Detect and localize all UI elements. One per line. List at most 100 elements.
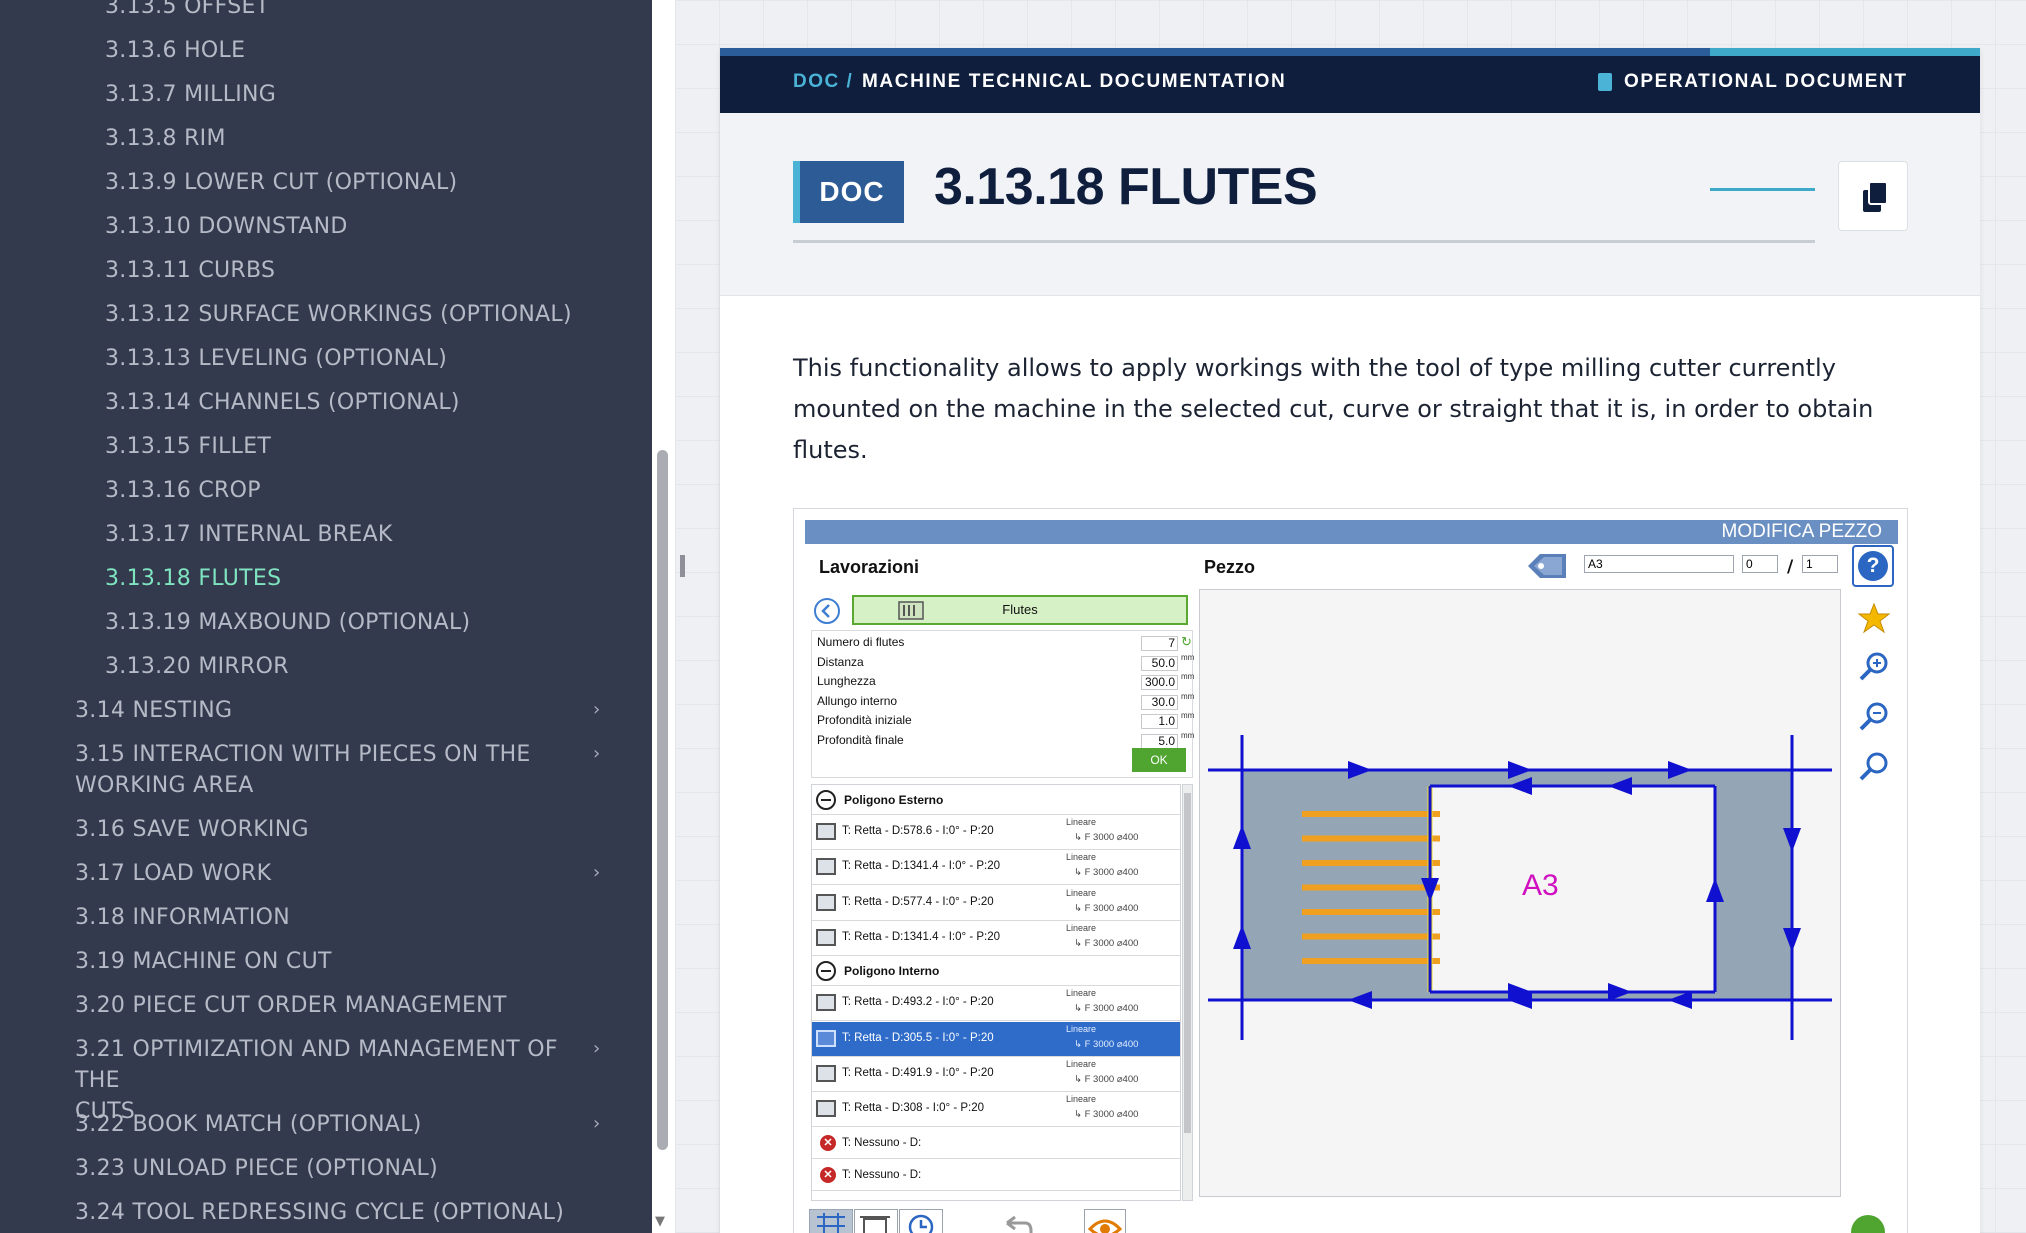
- operation-row[interactable]: T: Retta - D:305.5 - I:0° - P:20 Lineare ↳…: [812, 1021, 1180, 1057]
- chevron-right-icon[interactable]: ›: [593, 699, 600, 720]
- operation-feed: ↳ F 3000 ⌀400: [1074, 937, 1139, 949]
- param-value-input[interactable]: 1.0: [1141, 714, 1178, 729]
- flutes-icon: [898, 601, 924, 620]
- piece-canvas[interactable]: A3: [1199, 589, 1841, 1197]
- polygon-group-header[interactable]: Poligono Interno: [812, 956, 1180, 987]
- operation-text: T: Retta - D:308 - I:0° - P:20: [842, 1102, 985, 1115]
- param-value-input[interactable]: 5.0: [1141, 733, 1178, 749]
- sidebar-item[interactable]: 3.13.14 CHANNELS (OPTIONAL): [0, 387, 600, 418]
- piece-name-input[interactable]: A3: [1584, 555, 1734, 573]
- sidebar-item[interactable]: 3.23 UNLOAD PIECE (OPTIONAL): [0, 1153, 600, 1184]
- polygon-group-header[interactable]: Poligono Esterno: [812, 785, 1180, 815]
- zoom-in-icon[interactable]: [1856, 649, 1892, 685]
- sidebar-item[interactable]: 3.19 MACHINE ON CUT: [0, 946, 600, 977]
- sidebar-item[interactable]: 3.13.17 INTERNAL BREAK: [0, 519, 600, 550]
- collapse-icon[interactable]: [816, 961, 836, 982]
- cut-line-icon: [816, 823, 836, 840]
- breadcrumb-doc-link[interactable]: DOC /: [793, 71, 853, 93]
- piece-drawing: A3: [1208, 735, 1832, 1040]
- param-value-input[interactable]: 50.0: [1141, 655, 1178, 671]
- sidebar-item[interactable]: 3.17 LOAD WORK: [0, 858, 600, 889]
- confirm-check-icon[interactable]: [1851, 1215, 1885, 1233]
- undo-icon[interactable]: [997, 1209, 1037, 1233]
- operation-kind: Lineare: [1066, 922, 1097, 933]
- param-value-input[interactable]: 300.0: [1141, 675, 1178, 690]
- sidebar-item[interactable]: 3.16 SAVE WORKING: [0, 814, 600, 845]
- chevron-right-icon[interactable]: ›: [593, 743, 600, 764]
- sidebar-item-label: 3.13.11 CURBS: [105, 258, 276, 283]
- star-icon[interactable]: [1856, 601, 1892, 637]
- sidebar-item-label: 3.18 INFORMATION: [75, 905, 291, 930]
- sidebar-item[interactable]: 3.14 NESTING: [0, 695, 600, 726]
- page-title: 3.13.18 FLUTES: [934, 158, 1318, 216]
- sidebar-scrollbar-thumb[interactable]: [657, 450, 668, 1150]
- operation-row[interactable]: T: Retta - D:491.9 - I:0° - P:20 Lineare ↳…: [812, 1057, 1180, 1092]
- cut-order-icon[interactable]: [854, 1209, 898, 1233]
- ok-button[interactable]: OK: [1132, 748, 1186, 772]
- sidebar-item[interactable]: 3.13.18 FLUTES: [0, 563, 600, 594]
- history-icon[interactable]: [899, 1209, 943, 1233]
- chevron-right-icon[interactable]: ›: [593, 1038, 600, 1059]
- copy-icon: [1863, 181, 1888, 212]
- sidebar-item[interactable]: 3.13.15 FILLET: [0, 431, 600, 462]
- refresh-icon[interactable]: ↻: [1181, 634, 1192, 650]
- operations-scrollbar[interactable]: [1182, 784, 1193, 1201]
- operation-row[interactable]: T: Retta - D:1341.4 - I:0° - P:20 Lineare…: [812, 850, 1180, 886]
- operation-row[interactable]: T: Retta - D:578.6 - I:0° - P:20 Lineare ↳…: [812, 815, 1180, 850]
- sidebar-item[interactable]: 3.13.7 MILLING: [0, 79, 600, 110]
- scroll-down-arrow-icon[interactable]: ▼: [655, 1214, 665, 1229]
- chevron-right-icon[interactable]: ›: [593, 1113, 600, 1134]
- sidebar-item-label: 3.13.14 CHANNELS (OPTIONAL): [105, 390, 460, 415]
- sidebar-item[interactable]: 3.22 BOOK MATCH (OPTIONAL): [0, 1109, 600, 1140]
- preview-eye-icon[interactable]: [1084, 1209, 1126, 1233]
- operations-scroll-thumb[interactable]: [1184, 793, 1191, 1133]
- param-value-input[interactable]: 30.0: [1141, 694, 1178, 710]
- sidebar-item[interactable]: 3.24 TOOL REDRESSING CYCLE (OPTIONAL): [0, 1197, 600, 1228]
- sidebar-item-label: 3.13.12 SURFACE WORKINGS (OPTIONAL): [105, 302, 572, 327]
- sidebar-item[interactable]: 3.13.11 CURBS: [0, 255, 600, 286]
- copy-button[interactable]: [1838, 161, 1908, 231]
- operation-row[interactable]: T: Retta - D:1341.4 - I:0° - P:20 Lineare…: [812, 921, 1180, 956]
- sidebar-item[interactable]: 3.15 INTERACTION WITH PIECES ON THE WORKI…: [0, 739, 600, 801]
- sidebar-item[interactable]: 3.18 INFORMATION: [0, 902, 600, 933]
- piece-index-input[interactable]: 0: [1742, 555, 1778, 573]
- sidebar-item[interactable]: 3.13.20 MIRROR: [0, 651, 600, 682]
- zoom-out-icon[interactable]: [1856, 699, 1892, 735]
- breadcrumb-title: MACHINE TECHNICAL DOCUMENTATION: [862, 71, 1287, 92]
- sidebar-item[interactable]: 3.13.10 DOWNSTAND: [0, 211, 600, 242]
- sidebar-item[interactable]: 3.13.9 LOWER CUT (OPTIONAL): [0, 167, 600, 198]
- param-value-input[interactable]: 7: [1141, 636, 1178, 651]
- working-header: Flutes: [852, 595, 1188, 625]
- sidebar-item[interactable]: 3.13.19 MAXBOUND (OPTIONAL): [0, 607, 600, 638]
- back-button[interactable]: [814, 598, 840, 624]
- sidebar-item[interactable]: 3.13.12 SURFACE WORKINGS (OPTIONAL): [0, 299, 600, 330]
- chevron-right-icon[interactable]: ›: [593, 862, 600, 883]
- zoom-fit-icon[interactable]: [1856, 749, 1892, 785]
- operation-row[interactable]: T: Retta - D:577.4 - I:0° - P:20 Lineare ↳…: [812, 886, 1180, 921]
- piece-label: A3: [1522, 869, 1559, 902]
- sidebar-item[interactable]: 3.13.6 HOLE: [0, 35, 600, 66]
- cut-line-icon: [816, 1029, 836, 1047]
- cut-line-icon: [816, 1064, 836, 1082]
- operation-kind: Lineare: [1066, 817, 1097, 827]
- operation-row[interactable]: T: Retta - D:493.2 - I:0° - P:20 Lineare ↳…: [812, 986, 1180, 1022]
- empty-operation-row[interactable]: ✕ T: Nessuno - D:: [812, 1127, 1180, 1160]
- help-button[interactable]: ?: [1852, 545, 1894, 587]
- operation-row[interactable]: T: Retta - D:308 - I:0° - P:20 Lineare ↳ F…: [812, 1092, 1180, 1128]
- empty-operation-row[interactable]: ✕ T: Nessuno - D:: [812, 1159, 1180, 1192]
- grid-view-icon[interactable]: [809, 1209, 853, 1233]
- sidebar-item[interactable]: 3.20 PIECE CUT ORDER MANAGEMENT: [0, 990, 600, 1021]
- sidebar-item-label: 3.14 NESTING: [75, 698, 233, 723]
- sidebar-item-label: 3.20 PIECE CUT ORDER MANAGEMENT: [75, 993, 507, 1018]
- param-label: Allungo interno: [817, 693, 898, 708]
- sidebar-item[interactable]: 3.13.5 OFFSET: [0, 0, 600, 22]
- sidebar-item[interactable]: 3.13.13 LEVELING (OPTIONAL): [0, 343, 600, 374]
- collapse-icon[interactable]: [816, 790, 836, 810]
- sidebar-item-label: 3.21 OPTIMIZATION AND MANAGEMENT OF THE: [75, 1037, 558, 1093]
- param-unit: mm: [1181, 691, 1195, 701]
- sidebar-resize-handle[interactable]: [680, 555, 685, 577]
- sidebar-item[interactable]: 3.13.8 RIM: [0, 123, 600, 154]
- param-row: Allungo interno 30.0 mm: [817, 692, 1194, 713]
- piece-total-input[interactable]: 1: [1802, 555, 1838, 573]
- sidebar-item[interactable]: 3.13.16 CROP: [0, 475, 600, 506]
